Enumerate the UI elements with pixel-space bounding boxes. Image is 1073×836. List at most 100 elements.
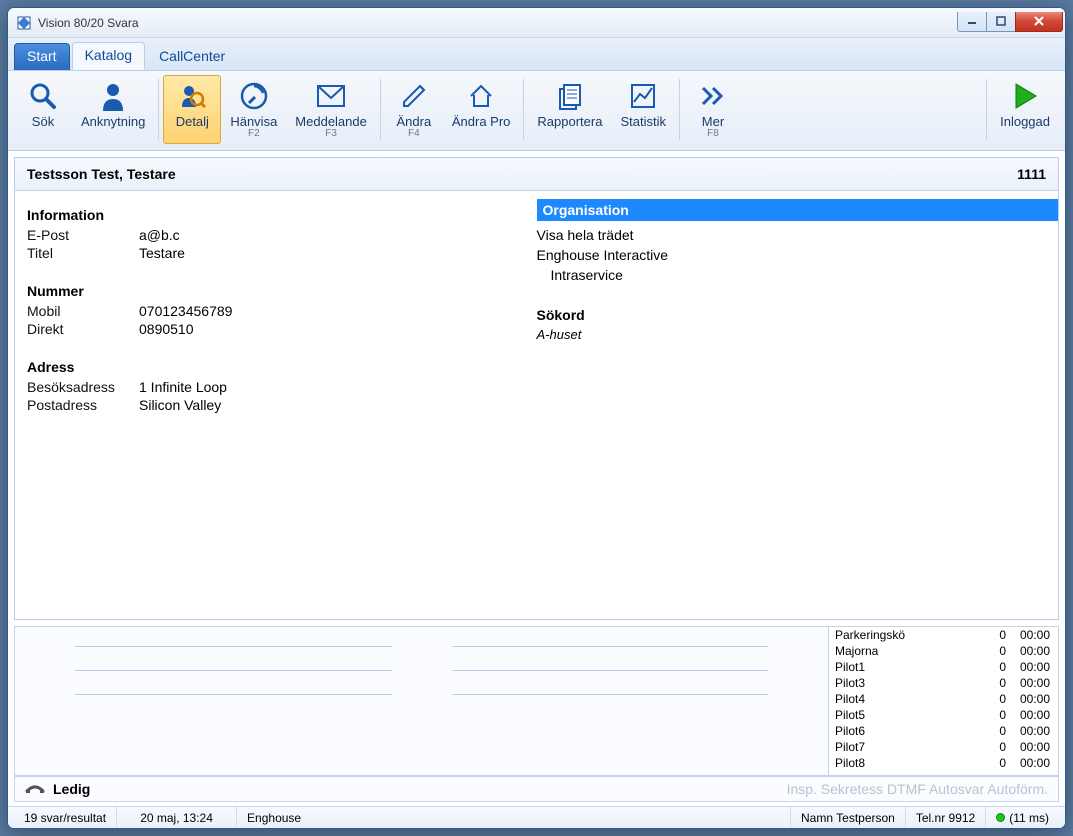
ribbon-toolbar: Sök Anknytning Detalj Hänvisa: [8, 70, 1065, 151]
edit-pro-button[interactable]: Ändra Pro: [443, 75, 520, 144]
status-ping-text: (11 ms): [1009, 811, 1049, 825]
queue-count: 0: [986, 644, 1006, 658]
minimize-button[interactable]: [957, 12, 987, 32]
queue-count: 0: [986, 660, 1006, 674]
message-shortcut: F3: [325, 128, 337, 139]
note-line: [75, 645, 392, 647]
organisation-heading[interactable]: Organisation: [537, 199, 1059, 221]
queue-row[interactable]: Pilot3000:00: [829, 675, 1058, 691]
more-label: Mer: [702, 114, 724, 129]
window-controls: [958, 12, 1063, 34]
phone-icon: [25, 781, 45, 797]
ribbon-tabs: Start Katalog CallCenter: [8, 38, 1065, 70]
edit-shortcut: F4: [408, 128, 420, 139]
more-shortcut: F8: [707, 128, 719, 139]
window-title: Vision 80/20 Svara: [38, 16, 139, 30]
queue-count: 0: [986, 708, 1006, 722]
play-icon: [1009, 80, 1041, 112]
mobil-label: Mobil: [27, 303, 139, 319]
epost-value: a@b.c: [139, 227, 180, 243]
queue-time: 00:00: [1006, 692, 1050, 706]
queue-row[interactable]: Pilot1000:00: [829, 659, 1058, 675]
call-status: Ledig: [53, 781, 90, 797]
besok-value: 1 Infinite Loop: [139, 379, 227, 395]
queue-name: Pilot6: [835, 724, 986, 738]
queue-list[interactable]: Parkeringskö000:00Majorna000:00Pilot1000…: [829, 626, 1059, 776]
queue-row[interactable]: Pilot7000:00: [829, 739, 1058, 755]
org-show-tree[interactable]: Visa hela trädet: [537, 225, 1047, 245]
stats-label: Statistik: [620, 114, 666, 129]
note-line: [452, 693, 769, 695]
magnifier-icon: [27, 80, 59, 112]
mobil-value: 070123456789: [139, 303, 232, 319]
report-label: Rapportera: [537, 114, 602, 129]
contact-extension: 1111: [1017, 166, 1046, 182]
chart-icon: [627, 80, 659, 112]
contact-name: Testsson Test, Testare: [27, 166, 176, 182]
app-icon: [16, 15, 32, 31]
direkt-value: 0890510: [139, 321, 194, 337]
report-button[interactable]: Rapportera: [528, 75, 611, 144]
edit-button[interactable]: Ändra F4: [385, 75, 443, 144]
besok-label: Besöksadress: [27, 379, 139, 395]
divert-label: Hänvisa: [230, 114, 277, 129]
queue-time: 00:00: [1006, 644, 1050, 658]
extension-button[interactable]: Anknytning: [72, 75, 154, 144]
stats-button[interactable]: Statistik: [611, 75, 675, 144]
queue-row[interactable]: Pilot5000:00: [829, 707, 1058, 723]
contact-right-col: Organisation Visa hela trädet Enghouse I…: [537, 201, 1047, 415]
queue-name: Pilot8: [835, 756, 986, 770]
search-label: Sök: [32, 114, 54, 129]
logged-in-button[interactable]: Inloggad: [991, 75, 1059, 144]
tab-katalog[interactable]: Katalog: [72, 42, 145, 70]
close-button[interactable]: [1015, 12, 1063, 32]
chevron-right-icon: [697, 80, 729, 112]
search-button[interactable]: Sök: [14, 75, 72, 144]
queue-count: 0: [986, 756, 1006, 770]
sokord-heading: Sökord: [537, 307, 1047, 323]
person-magnifier-icon: [176, 80, 208, 112]
queue-time: 00:00: [1006, 660, 1050, 674]
status-datetime: 20 maj, 13:24: [117, 807, 237, 828]
adress-heading: Adress: [27, 359, 537, 375]
queue-name: Pilot4: [835, 692, 986, 706]
org-level-1[interactable]: Enghouse Interactive: [537, 245, 1047, 265]
note-line: [452, 645, 769, 647]
queue-name: Pilot1: [835, 660, 986, 674]
sokord-value: A-huset: [537, 327, 1047, 342]
statusbar: 19 svar/resultat 20 maj, 13:24 Enghouse …: [8, 806, 1065, 828]
logged-in-label: Inloggad: [1000, 114, 1050, 129]
detail-button[interactable]: Detalj: [163, 75, 221, 144]
epost-label: E-Post: [27, 227, 139, 243]
divert-button[interactable]: Hänvisa F2: [221, 75, 286, 144]
queue-row[interactable]: Pilot6000:00: [829, 723, 1058, 739]
queue-time: 00:00: [1006, 724, 1050, 738]
queue-time: 00:00: [1006, 708, 1050, 722]
queue-name: Pilot3: [835, 676, 986, 690]
maximize-button[interactable]: [986, 12, 1016, 32]
queue-row[interactable]: Pilot8000:00: [829, 755, 1058, 771]
queue-row[interactable]: Majorna000:00: [829, 643, 1058, 659]
call-flags: Insp. Sekretess DTMF Autosvar Autoförm.: [787, 781, 1048, 797]
lower-panel: Parkeringskö000:00Majorna000:00Pilot1000…: [14, 626, 1059, 776]
status-org: Enghouse: [237, 807, 791, 828]
note-area[interactable]: [14, 626, 829, 776]
tab-start[interactable]: Start: [14, 43, 70, 70]
queue-count: 0: [986, 628, 1006, 642]
queue-row[interactable]: Pilot4000:00: [829, 691, 1058, 707]
contact-card: Testsson Test, Testare 1111 Information …: [14, 157, 1059, 620]
nummer-heading: Nummer: [27, 283, 537, 299]
message-button[interactable]: Meddelande F3: [286, 75, 376, 144]
edit-pro-label: Ändra Pro: [452, 114, 511, 129]
queue-row[interactable]: Parkeringskö000:00: [829, 627, 1058, 643]
queue-time: 00:00: [1006, 628, 1050, 642]
queue-time: 00:00: [1006, 676, 1050, 690]
tab-callcenter[interactable]: CallCenter: [147, 44, 237, 70]
titel-label: Titel: [27, 245, 139, 261]
org-level-2[interactable]: Intraservice: [537, 265, 1047, 285]
status-telnr: Tel.nr 9912: [906, 807, 986, 828]
divert-shortcut: F2: [248, 128, 260, 139]
more-button[interactable]: Mer F8: [684, 75, 742, 144]
info-heading: Information: [27, 207, 537, 223]
divert-icon: [238, 80, 270, 112]
